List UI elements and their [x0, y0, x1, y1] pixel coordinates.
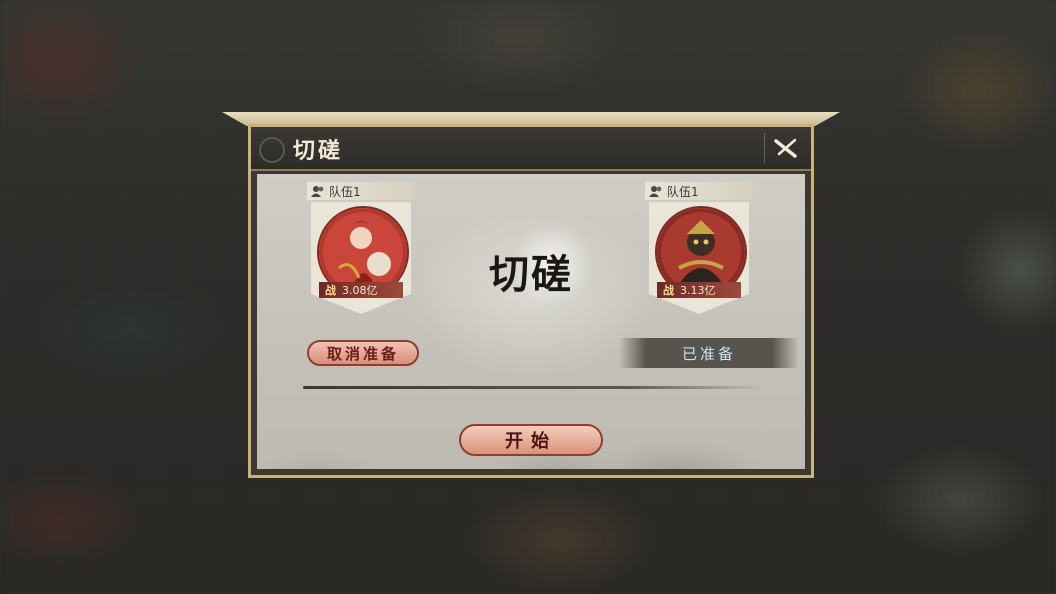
team-icon: [649, 186, 662, 197]
dialog-body: 队伍1 战 3.08亿 切磋 队伍1 战 3.13亿 取消准备 已准备 开始: [257, 174, 805, 469]
combat-power-bar: 战 3.13亿: [657, 282, 741, 298]
ready-status-label: 已准备: [619, 338, 799, 368]
start-button[interactable]: 开始: [459, 424, 603, 456]
team-card-right[interactable]: 队伍1 战 3.13亿: [645, 182, 753, 320]
close-button[interactable]: [764, 133, 801, 163]
team-label: 队伍1: [329, 184, 361, 199]
team-icon: [311, 186, 324, 197]
team-label: 队伍1: [667, 184, 699, 199]
duel-dialog: 切磋 队伍1 战 3.08亿 切磋 队伍1 战 3.13亿 取消准备 已准备 开…: [248, 124, 814, 478]
divider: [303, 386, 765, 389]
close-icon: [774, 138, 797, 158]
power-prefix: 战: [663, 284, 674, 297]
cancel-ready-button[interactable]: 取消准备: [307, 340, 419, 366]
team-header: 队伍1: [307, 182, 415, 200]
team-card-left[interactable]: 队伍1 战 3.08亿: [307, 182, 415, 320]
team-header: 队伍1: [645, 182, 753, 200]
power-value: 3.08亿: [342, 284, 378, 297]
power-prefix: 战: [325, 284, 336, 297]
cloud-swirl-icon: [259, 137, 285, 163]
dialog-titlebar: 切磋: [251, 127, 811, 171]
combat-power-bar: 战 3.08亿: [319, 282, 403, 298]
power-value: 3.13亿: [680, 284, 716, 297]
dialog-title: 切磋: [293, 138, 344, 164]
center-duel-text: 切磋: [489, 251, 573, 298]
